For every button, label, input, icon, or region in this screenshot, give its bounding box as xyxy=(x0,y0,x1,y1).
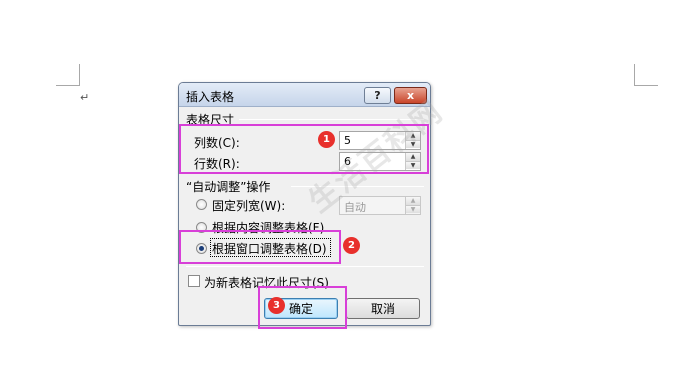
fixed-width-label[interactable]: 固定列宽(W): xyxy=(212,197,285,214)
autofit-section-label: “自动调整”操作 xyxy=(186,180,271,194)
page-crop-mark-right xyxy=(634,64,658,86)
page-crop-mark-left xyxy=(56,64,80,86)
fixed-width-down-icon: ▼ xyxy=(406,205,420,213)
step-badge-3: 3 xyxy=(268,297,285,314)
fixed-width-up-icon: ▲ xyxy=(406,197,420,205)
section-divider xyxy=(186,266,424,267)
dialog-titlebar[interactable]: 插入表格 ? x xyxy=(179,83,430,107)
cancel-button[interactable]: 取消 xyxy=(346,298,420,319)
step-badge-2: 2 xyxy=(343,237,360,254)
help-icon: ? xyxy=(374,89,381,102)
dialog-title: 插入表格 xyxy=(186,90,235,104)
fixed-width-radio[interactable] xyxy=(196,199,207,210)
paragraph-mark: ↵ xyxy=(80,91,90,104)
help-button[interactable]: ? xyxy=(364,87,391,104)
step-badge-1: 1 xyxy=(318,131,335,148)
remember-size-checkbox[interactable] xyxy=(188,275,200,287)
highlight-table-size xyxy=(179,124,429,174)
cancel-button-label: 取消 xyxy=(370,302,395,316)
highlight-fit-window xyxy=(179,230,341,264)
